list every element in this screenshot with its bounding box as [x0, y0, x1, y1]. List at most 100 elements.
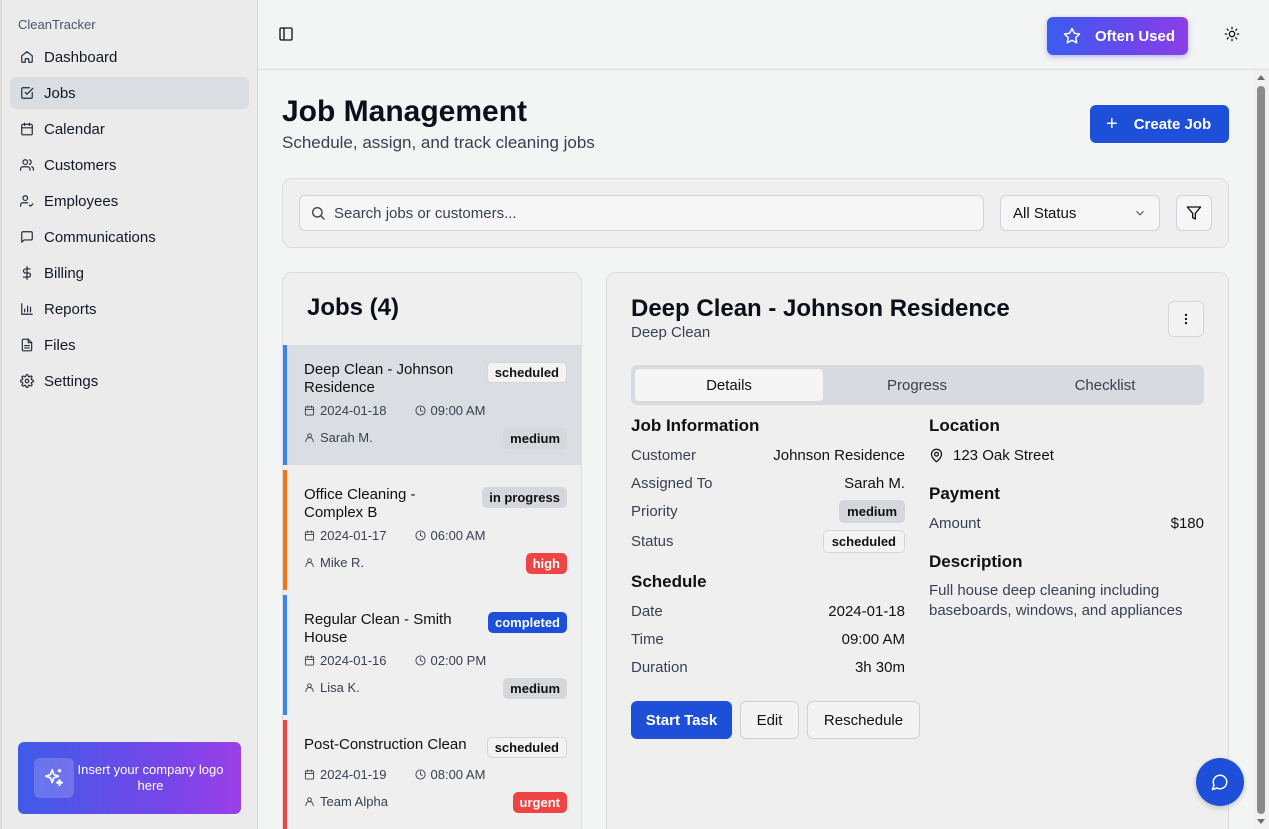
sidebar-item-customers[interactable]: Customers — [10, 149, 249, 181]
sidebar-item-label: Settings — [44, 372, 99, 390]
tab-checklist[interactable]: Checklist — [1011, 369, 1199, 401]
priority-badge: medium — [839, 500, 905, 523]
job-datetime: 2024-01-17 06:00 AM — [304, 528, 485, 543]
clock-icon — [414, 405, 426, 416]
company-logo-placeholder[interactable]: Insert your company logo here — [18, 742, 241, 814]
sidebar-item-reports[interactable]: Reports — [10, 293, 249, 325]
often-used-button[interactable]: Often Used — [1047, 17, 1188, 55]
job-date: 2024-01-17 — [320, 528, 387, 543]
create-job-label: Create Job — [1133, 115, 1212, 133]
search-input[interactable] — [334, 204, 954, 222]
sidebar-item-calendar[interactable]: Calendar — [10, 113, 249, 145]
calendar-icon — [304, 405, 315, 416]
sidebar-item-files[interactable]: Files — [10, 329, 249, 361]
job-time: 09:00 AM — [430, 403, 486, 418]
job-date: 2024-01-18 — [320, 403, 387, 418]
reschedule-button[interactable]: Reschedule — [807, 701, 920, 739]
start-task-button[interactable]: Start Task — [631, 701, 732, 739]
sidebar-item-jobs[interactable]: Jobs — [10, 77, 249, 109]
sidebar-item-label: Jobs — [44, 84, 76, 102]
sidebar-item-settings[interactable]: Settings — [10, 365, 249, 397]
jobs-list: Jobs (4) Deep Clean - Johnson Residence … — [282, 272, 582, 829]
sun-icon[interactable] — [1224, 26, 1242, 44]
chat-button[interactable] — [1196, 758, 1244, 806]
sidebar-item-dashboard[interactable]: Dashboard — [10, 41, 249, 73]
tab-progress[interactable]: Progress — [823, 369, 1011, 401]
search-icon — [312, 207, 325, 220]
file-icon — [20, 338, 34, 352]
detail-tabs: Details Progress Checklist — [631, 365, 1204, 405]
page-subtitle: Schedule, assign, and track cleaning job… — [282, 133, 595, 152]
date-value: 2024-01-18 — [828, 603, 905, 620]
page-scrollbar[interactable] — [1253, 70, 1269, 829]
job-item[interactable]: Deep Clean - Johnson Residence scheduled… — [283, 345, 581, 465]
assigned-to-value: Sarah M. — [844, 475, 905, 492]
sidebar-item-label: Communications — [44, 228, 156, 246]
plus-icon: + — [1106, 113, 1118, 135]
job-time: 02:00 PM — [430, 653, 487, 668]
job-assignee-name: Mike R. — [320, 555, 365, 570]
sidebar-toggle-icon[interactable] — [278, 26, 296, 44]
app-brand: CleanTracker — [18, 17, 96, 32]
assigned-to-label: Assigned To — [631, 475, 713, 492]
job-datetime: 2024-01-16 02:00 PM — [304, 653, 486, 668]
job-assignee: Sarah M. — [304, 430, 373, 445]
job-item[interactable]: Office Cleaning - Complex B in progress … — [283, 470, 581, 590]
sidebar-item-communications[interactable]: Communications — [10, 221, 249, 253]
scroll-thumb[interactable] — [1257, 86, 1265, 814]
sparkles-icon — [34, 758, 74, 798]
search-box[interactable] — [299, 195, 984, 231]
sidebar-item-label: Reports — [44, 300, 97, 318]
status-badge: scheduled — [486, 737, 567, 758]
sidebar-item-label: Calendar — [44, 120, 105, 138]
status-select[interactable]: All Status — [1000, 195, 1160, 231]
status-label: Status — [631, 533, 674, 550]
chevron-down-icon — [1136, 210, 1144, 216]
payment-heading: Payment — [929, 484, 1000, 503]
job-detail-title: Deep Clean - Johnson Residence — [631, 295, 1010, 322]
tab-details[interactable]: Details — [635, 369, 823, 401]
bar-chart-icon — [20, 302, 34, 316]
logo-placeholder-text: Insert your company logo here — [77, 762, 224, 793]
scroll-down-arrow[interactable] — [1257, 819, 1265, 824]
sidebar-item-employees[interactable]: Employees — [10, 185, 249, 217]
priority-badge: medium — [503, 428, 567, 449]
calendar-icon — [304, 530, 315, 541]
job-item[interactable]: Regular Clean - Smith House completed 20… — [283, 595, 581, 715]
user-check-icon — [20, 194, 34, 208]
time-label: Time — [631, 631, 664, 648]
filter-button[interactable] — [1176, 195, 1212, 231]
job-assignee-name: Lisa K. — [320, 680, 360, 695]
clock-icon — [414, 530, 426, 541]
job-name: Deep Clean - Johnson Residence — [304, 361, 454, 396]
home-icon — [20, 50, 34, 64]
job-name: Office Cleaning - Complex B — [304, 486, 416, 521]
job-item[interactable]: Post-Construction Clean scheduled 2024-0… — [283, 720, 581, 829]
status-select-value: All Status — [1013, 204, 1077, 222]
job-assignee: Lisa K. — [304, 680, 360, 695]
dollar-icon — [20, 266, 34, 280]
sidebar-item-billing[interactable]: Billing — [10, 257, 249, 289]
edit-button[interactable]: Edit — [740, 701, 799, 739]
jobs-list-title: Jobs (4) — [307, 294, 400, 321]
job-assignee-name: Team Alpha — [320, 794, 388, 809]
duration-label: Duration — [631, 659, 688, 676]
job-datetime: 2024-01-18 09:00 AM — [304, 403, 485, 418]
customer-value: Johnson Residence — [773, 447, 905, 464]
job-date: 2024-01-19 — [320, 767, 387, 782]
checkbox-icon — [20, 86, 34, 100]
calendar-icon — [304, 655, 315, 666]
chat-bubble-icon — [1211, 774, 1228, 791]
create-job-button[interactable]: + Create Job — [1090, 105, 1229, 143]
calendar-icon — [304, 769, 315, 780]
description-text: Full house deep cleaning including baseb… — [929, 582, 1183, 619]
duration-value: 3h 30m — [854, 659, 905, 676]
sidebar-item-label: Customers — [44, 156, 117, 174]
more-options-button[interactable] — [1168, 301, 1204, 337]
scroll-up-arrow[interactable] — [1257, 75, 1265, 80]
job-assignee-name: Sarah M. — [320, 430, 373, 445]
sidebar-item-label: Files — [44, 336, 76, 354]
main-content: Job Management Schedule, assign, and tra… — [258, 70, 1253, 829]
page-title: Job Management — [282, 95, 528, 128]
location-address-text: 123 Oak Street — [953, 447, 1054, 464]
